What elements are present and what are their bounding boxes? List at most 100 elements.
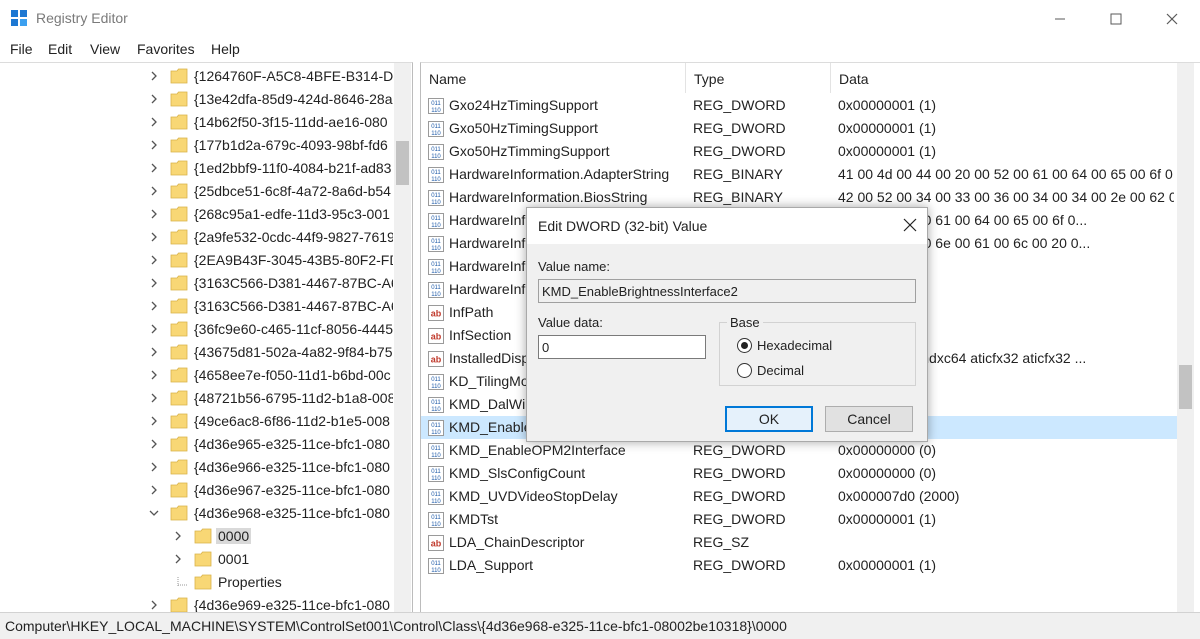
tree-scroll-thumb[interactable] (396, 141, 409, 185)
tree-item[interactable]: {4d36e968-e325-11ce-bfc1-080 (0, 502, 393, 525)
value-row[interactable]: 011 110 KMD_UVDVideoStopDelay REG_DWORD 0x00… (421, 485, 1177, 508)
tree-item-label: {268c95a1-edfe-11d3-95c3-001 (194, 206, 390, 222)
value-data-input[interactable] (538, 335, 706, 359)
folder-icon (170, 206, 188, 222)
tree-item[interactable]: {43675d81-502a-4a82-9f84-b75 (0, 341, 393, 364)
chevron-right-icon[interactable] (149, 347, 159, 357)
value-row[interactable]: 011 110 Gxo50HzTimingSupport REG_DWORD 0x000… (421, 117, 1177, 140)
chevron-right-icon[interactable] (149, 324, 159, 334)
value-row[interactable]: 011 110 KMDTst REG_DWORD 0x00000001 (1) (421, 508, 1177, 531)
minimize-button[interactable] (1032, 0, 1088, 37)
value-data-label: Value data: (538, 315, 603, 330)
tree-item[interactable]: {268c95a1-edfe-11d3-95c3-001 (0, 203, 393, 226)
chevron-right-icon[interactable] (149, 94, 159, 104)
value-row[interactable]: 011 110 HardwareInformation.BiosString REG_… (421, 186, 1177, 209)
radio-decimal-dot[interactable] (737, 363, 752, 378)
menu-help[interactable]: Help (211, 41, 240, 57)
chevron-right-icon[interactable] (149, 186, 159, 196)
radio-hexadecimal[interactable]: Hexadecimal (737, 337, 907, 355)
chevron-right-icon[interactable] (149, 600, 159, 610)
tree-item[interactable]: {3163C566-D381-4467-87BC-A6 (0, 295, 393, 318)
value-row[interactable]: 011 110 LDA_Support REG_DWORD 0x00000001 (1) (421, 554, 1177, 577)
chevron-right-icon[interactable] (149, 117, 159, 127)
values-scrollbar[interactable] (1177, 63, 1194, 612)
chevron-right-icon[interactable] (149, 370, 159, 380)
tree-scrollbar[interactable] (394, 63, 411, 612)
chevron-down-icon[interactable] (149, 508, 159, 518)
chevron-right-icon[interactable] (149, 71, 159, 81)
svg-text:110: 110 (431, 292, 441, 298)
tree-item[interactable]: Properties (0, 571, 393, 594)
dialog-close-icon[interactable] (903, 218, 917, 232)
svg-text:110: 110 (431, 269, 441, 275)
radio-hexadecimal-dot[interactable] (737, 338, 752, 353)
ok-button[interactable]: OK (725, 406, 813, 432)
key-tree[interactable]: {1264760F-A5C8-4BFE-B314-D5 {13e42dfa-85d… (0, 62, 413, 612)
value-row[interactable]: ab LDA_ChainDescriptor REG_SZ (421, 531, 1177, 554)
value-row[interactable]: 011 110 Gxo50HzTimmingSupport REG_DWORD 0x00… (421, 140, 1177, 163)
chevron-right-icon[interactable] (149, 232, 159, 242)
column-name[interactable]: Name (421, 63, 686, 93)
svg-text:ab: ab (431, 355, 442, 365)
chevron-right-icon[interactable] (149, 140, 159, 150)
tree-item[interactable]: {13e42dfa-85d9-424d-8646-28a (0, 88, 393, 111)
chevron-right-icon[interactable] (149, 278, 159, 288)
tree-item[interactable]: {3163C566-D381-4467-87BC-A6 (0, 272, 393, 295)
svg-text:011: 011 (431, 446, 441, 452)
value-name: KMD_SlsConfigCount (449, 465, 586, 481)
chevron-right-icon[interactable] (149, 462, 159, 472)
tree-item[interactable]: {4d36e965-e325-11ce-bfc1-080 (0, 433, 393, 456)
tree-item[interactable]: 0000 (0, 525, 393, 548)
chevron-right-icon[interactable] (173, 531, 183, 541)
chevron-right-icon[interactable] (149, 416, 159, 426)
menu-bar: File Edit View Favorites Help (0, 37, 1200, 61)
tree-item[interactable]: {2EA9B43F-3045-43B5-80F2-FD (0, 249, 393, 272)
tree-item-label: 0001 (218, 551, 250, 567)
chevron-right-icon[interactable] (149, 439, 159, 449)
tree-item[interactable]: {4658ee7e-f050-11d1-b6bd-00c (0, 364, 393, 387)
tree-item[interactable]: {36fc9e60-c465-11cf-8056-4445 (0, 318, 393, 341)
tree-item[interactable]: 0001 (0, 548, 393, 571)
svg-text:011: 011 (431, 285, 441, 291)
menu-file[interactable]: File (10, 41, 33, 57)
chevron-right-icon[interactable] (149, 393, 159, 403)
menu-favorites[interactable]: Favorites (137, 41, 195, 57)
tree-item[interactable]: {48721b56-6795-11d2-b1a8-008 (0, 387, 393, 410)
binary-value-icon: 011110 (428, 190, 444, 206)
close-button[interactable] (1144, 0, 1200, 37)
tree-item[interactable]: {14b62f50-3f15-11dd-ae16-080 (0, 111, 393, 134)
binary-value-icon: 011110 (428, 282, 444, 298)
chevron-right-icon[interactable] (149, 485, 159, 495)
radio-decimal[interactable]: Decimal (737, 362, 907, 380)
chevron-right-icon[interactable] (149, 163, 159, 173)
svg-text:011: 011 (431, 469, 441, 475)
maximize-button[interactable] (1088, 0, 1144, 37)
chevron-right-icon[interactable] (149, 255, 159, 265)
binary-value-icon: 011110 (428, 489, 444, 505)
menu-edit[interactable]: Edit (48, 41, 72, 57)
binary-value-icon: 011110 (428, 121, 444, 137)
folder-icon (170, 459, 188, 475)
menu-view[interactable]: View (90, 41, 120, 57)
tree-item[interactable]: {2a9fe532-0cdc-44f9-9827-7619 (0, 226, 393, 249)
values-scroll-thumb[interactable] (1179, 365, 1192, 409)
tree-item[interactable]: {25dbce51-6c8f-4a72-8a6d-b54 (0, 180, 393, 203)
column-type[interactable]: Type (686, 63, 831, 93)
chevron-right-icon[interactable] (149, 209, 159, 219)
tree-item[interactable]: {49ce6ac8-6f86-11d2-b1e5-008 (0, 410, 393, 433)
cancel-button[interactable]: Cancel (825, 406, 913, 432)
tree-item[interactable]: {1ed2bbf9-11f0-4084-b21f-ad83 (0, 157, 393, 180)
chevron-right-icon[interactable] (149, 301, 159, 311)
tree-item[interactable]: {1264760F-A5C8-4BFE-B314-D5 (0, 65, 393, 88)
binary-value-icon: 011110 (428, 512, 444, 528)
value-row[interactable]: 011 110 HardwareInformation.AdapterString R… (421, 163, 1177, 186)
value-row[interactable]: 011 110 KMD_SlsConfigCount REG_DWORD 0x00000… (421, 462, 1177, 485)
tree-item[interactable]: {177b1d2a-679c-4093-98bf-fd6 (0, 134, 393, 157)
value-row[interactable]: 011 110 KMD_EnableOPM2Interface REG_DWORD 0x… (421, 439, 1177, 462)
value-row[interactable]: 011 110 Gxo24HzTimingSupport REG_DWORD 0x000… (421, 94, 1177, 117)
tree-item[interactable]: {4d36e966-e325-11ce-bfc1-080 (0, 456, 393, 479)
chevron-right-icon[interactable] (173, 554, 183, 564)
tree-item[interactable]: {4d36e969-e325-11ce-bfc1-080 (0, 594, 393, 612)
tree-item[interactable]: {4d36e967-e325-11ce-bfc1-080 (0, 479, 393, 502)
column-data[interactable]: Data (831, 63, 1177, 93)
